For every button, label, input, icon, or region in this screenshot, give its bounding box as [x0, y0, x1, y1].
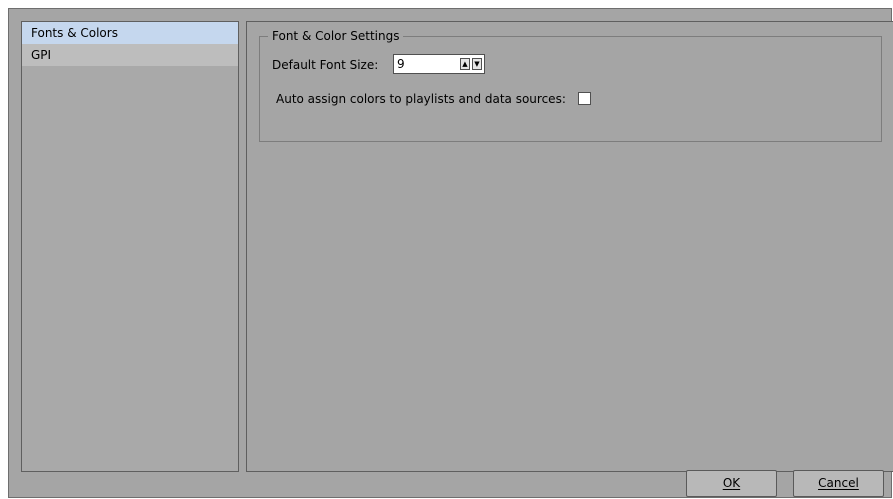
group-title: Font & Color Settings: [268, 29, 404, 43]
font-color-settings-group: Font & Color Settings Default Font Size:…: [259, 29, 882, 142]
font-size-label: Default Font Size:: [272, 58, 379, 72]
spin-down-icon[interactable]: ▼: [472, 58, 482, 70]
category-list[interactable]: Fonts & Colors GPI: [21, 21, 239, 472]
auto-assign-colors-checkbox[interactable]: [578, 92, 591, 105]
sidebar-item-fonts-colors[interactable]: Fonts & Colors: [22, 22, 238, 44]
sidebar-item-gpi[interactable]: GPI: [22, 44, 238, 66]
font-size-value[interactable]: 9: [397, 57, 405, 71]
font-size-spinner[interactable]: 9 ▲ ▼: [393, 54, 485, 74]
auto-assign-colors-label: Auto assign colors to playlists and data…: [276, 92, 566, 106]
ok-button[interactable]: OK: [686, 470, 777, 497]
cancel-button[interactable]: Cancel: [793, 470, 884, 497]
sidebar-item-label: Fonts & Colors: [31, 26, 118, 40]
preferences-dialog: Fonts & Colors GPI Font & Color Settings…: [8, 8, 893, 498]
spin-up-icon[interactable]: ▲: [460, 58, 470, 70]
sidebar-item-label: GPI: [31, 48, 52, 62]
settings-panel: Font & Color Settings Default Font Size:…: [246, 21, 893, 472]
